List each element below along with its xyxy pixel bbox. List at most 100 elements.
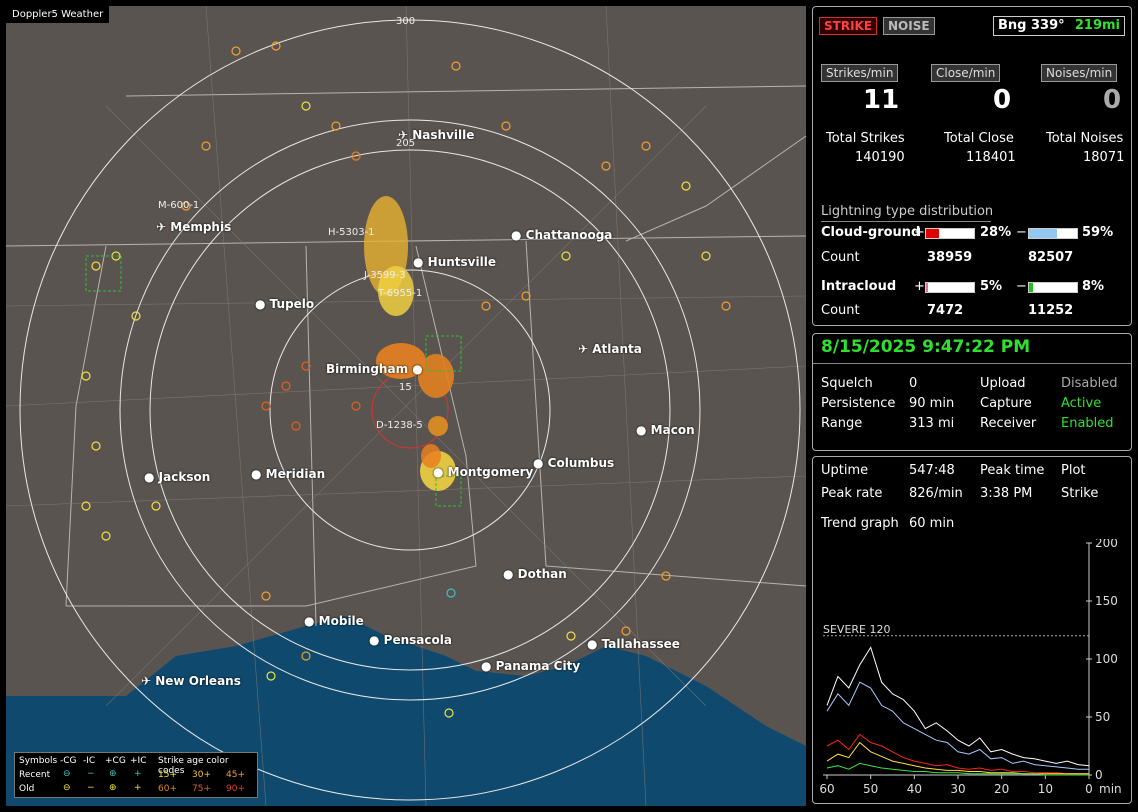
city-dot-icon: ● [413, 255, 424, 269]
trend-series-line [826, 762, 1089, 776]
ic-positive-count: 7472 [927, 303, 964, 318]
cg-positive-count: 38959 [927, 250, 973, 265]
cg-negative-pct: 59% [1082, 225, 1114, 240]
x-tick-label: 10 [1038, 782, 1053, 796]
squelch-value: 0 [909, 376, 918, 391]
recent-pos-ic-icon: + [134, 769, 142, 779]
receiver-value: Enabled [1061, 416, 1114, 431]
recent-neg-ic-icon: − [87, 769, 95, 779]
map-title: Doppler5 Weather [6, 6, 110, 23]
trend-graph: 20015010050060 50 40 30 20 10 0 minSEVERE 120 [819, 539, 1121, 796]
noises-per-min-label: Noises/min [1041, 64, 1118, 82]
city-dot-icon: ● [636, 423, 647, 437]
capture-value: Active [1061, 396, 1102, 411]
storm-label[interactable]: T-6955-1 [378, 288, 422, 299]
cg-positive-pct: 28% [980, 225, 1012, 240]
trend-series-line [826, 681, 1089, 770]
noises-rate: 0 [1103, 85, 1122, 115]
city-pensacola: ● Pensacola [369, 633, 452, 647]
trend-value[interactable]: 60 min [909, 516, 954, 531]
city-new-orleans: ✈ New Orleans [141, 674, 241, 688]
city-dot-icon: ● [304, 614, 315, 628]
map-base [6, 6, 806, 806]
range-ring-label: 300 [396, 16, 416, 27]
old-pos-ic-icon: + [134, 783, 142, 793]
city-dot-icon: ● [433, 465, 444, 479]
range-value: 313 mi [909, 416, 955, 431]
city-macon: ● Macon [636, 423, 695, 437]
total-close-label: Total Close [944, 131, 1014, 146]
total-noises-label: Total Noises [1046, 131, 1124, 146]
y-tick-label: 50 [1095, 710, 1110, 724]
city-dot-icon: ● [369, 633, 380, 647]
y-tick-label: 150 [1095, 594, 1118, 608]
ic-negative-bar [1028, 282, 1078, 293]
x-tick-label: 30 [950, 782, 965, 796]
ic-negative-pct: 8% [1082, 279, 1105, 294]
city-dot-icon: ● [255, 297, 266, 311]
cg-negative-bar [1028, 228, 1078, 239]
strikes-rate: 11 [863, 85, 900, 115]
range-ring-label: 15 [399, 382, 412, 393]
ic-negative-count: 11252 [1028, 303, 1074, 318]
counts-panel: STRIKE NOISE Bng 339° 219mi Strikes/min … [812, 6, 1132, 326]
city-tallahassee: ● Tallahassee [587, 637, 680, 651]
strike-button[interactable]: STRIKE [819, 17, 878, 35]
cg-negative-count: 82507 [1028, 250, 1074, 265]
storm-label[interactable]: H-5303-1 [328, 227, 375, 238]
trend-series-line [826, 741, 1089, 775]
storm-label[interactable]: M-600-1 [158, 200, 199, 211]
city-meridian: ● Meridian [251, 467, 326, 481]
x-tick-label: 60 [819, 782, 834, 796]
city-tupelo: ● Tupelo [255, 297, 315, 311]
close-per-min-label: Close/min [931, 64, 1001, 82]
ic-positive-bar [925, 282, 975, 293]
airport-icon: ✈ [141, 674, 152, 688]
peak-rate-value: 826/min [909, 486, 963, 501]
city-mobile: ● Mobile [304, 614, 364, 628]
city-montgomery: ● Montgomery [433, 465, 534, 479]
severe-threshold-label: SEVERE 120 [823, 623, 891, 636]
city-dot-icon: ● [511, 228, 522, 242]
y-tick-label: 100 [1095, 652, 1118, 666]
date-time: 8/15/2025 9:47:22 PM [821, 337, 1031, 357]
city-jackson: ● Jackson [144, 470, 211, 484]
airport-icon: ✈ [398, 128, 409, 142]
old-neg-ic-icon: − [87, 783, 95, 793]
ic-positive-pct: 5% [980, 279, 1003, 294]
x-tick-label: 0 [1085, 782, 1093, 796]
plot-value[interactable]: Strike [1061, 486, 1098, 501]
bearing-readout: Bng 339° 219mi [993, 16, 1125, 36]
city-dot-icon: ● [412, 362, 423, 376]
total-strikes: 140190 [855, 150, 905, 165]
storm-label[interactable]: J-3599-3 [364, 270, 406, 281]
city-dot-icon: ● [251, 467, 262, 481]
old-neg-cg-icon: ⊖ [63, 783, 71, 793]
city-dot-icon: ● [533, 456, 544, 470]
city-birmingham: Birmingham ● [326, 362, 423, 376]
city-memphis: ✈ Memphis [156, 220, 232, 234]
x-tick-label: 40 [907, 782, 922, 796]
city-atlanta: ✈ Atlanta [578, 342, 642, 356]
city-columbus: ● Columbus [533, 456, 615, 470]
cg-positive-bar [925, 228, 975, 239]
storm-label[interactable]: D-1238-5 [376, 420, 423, 431]
y-tick-label: 200 [1095, 539, 1118, 550]
upload-value: Disabled [1061, 376, 1118, 391]
airport-icon: ✈ [156, 220, 167, 234]
lightning-map[interactable]: Doppler5 Weather 300 205 15 ✈ Nashville … [6, 6, 806, 806]
city-dot-icon: ● [144, 470, 155, 484]
peak-time-value: 3:38 PM [980, 486, 1033, 501]
close-rate: 0 [993, 85, 1012, 115]
airport-icon: ✈ [578, 342, 589, 356]
y-tick-label: 0 [1095, 768, 1103, 782]
uptime-value: 547:48 [909, 463, 955, 478]
city-chattanooga: ● Chattanooga [511, 228, 613, 242]
city-dothan: ● Dothan [503, 567, 567, 581]
city-panama-city: ● Panama City [481, 659, 581, 673]
city-huntsville: ● Huntsville [413, 255, 496, 269]
x-tick-label: 50 [863, 782, 878, 796]
recent-pos-cg-icon: ⊕ [109, 769, 117, 779]
old-pos-cg-icon: ⊕ [109, 783, 117, 793]
noise-button[interactable]: NOISE [883, 17, 935, 35]
